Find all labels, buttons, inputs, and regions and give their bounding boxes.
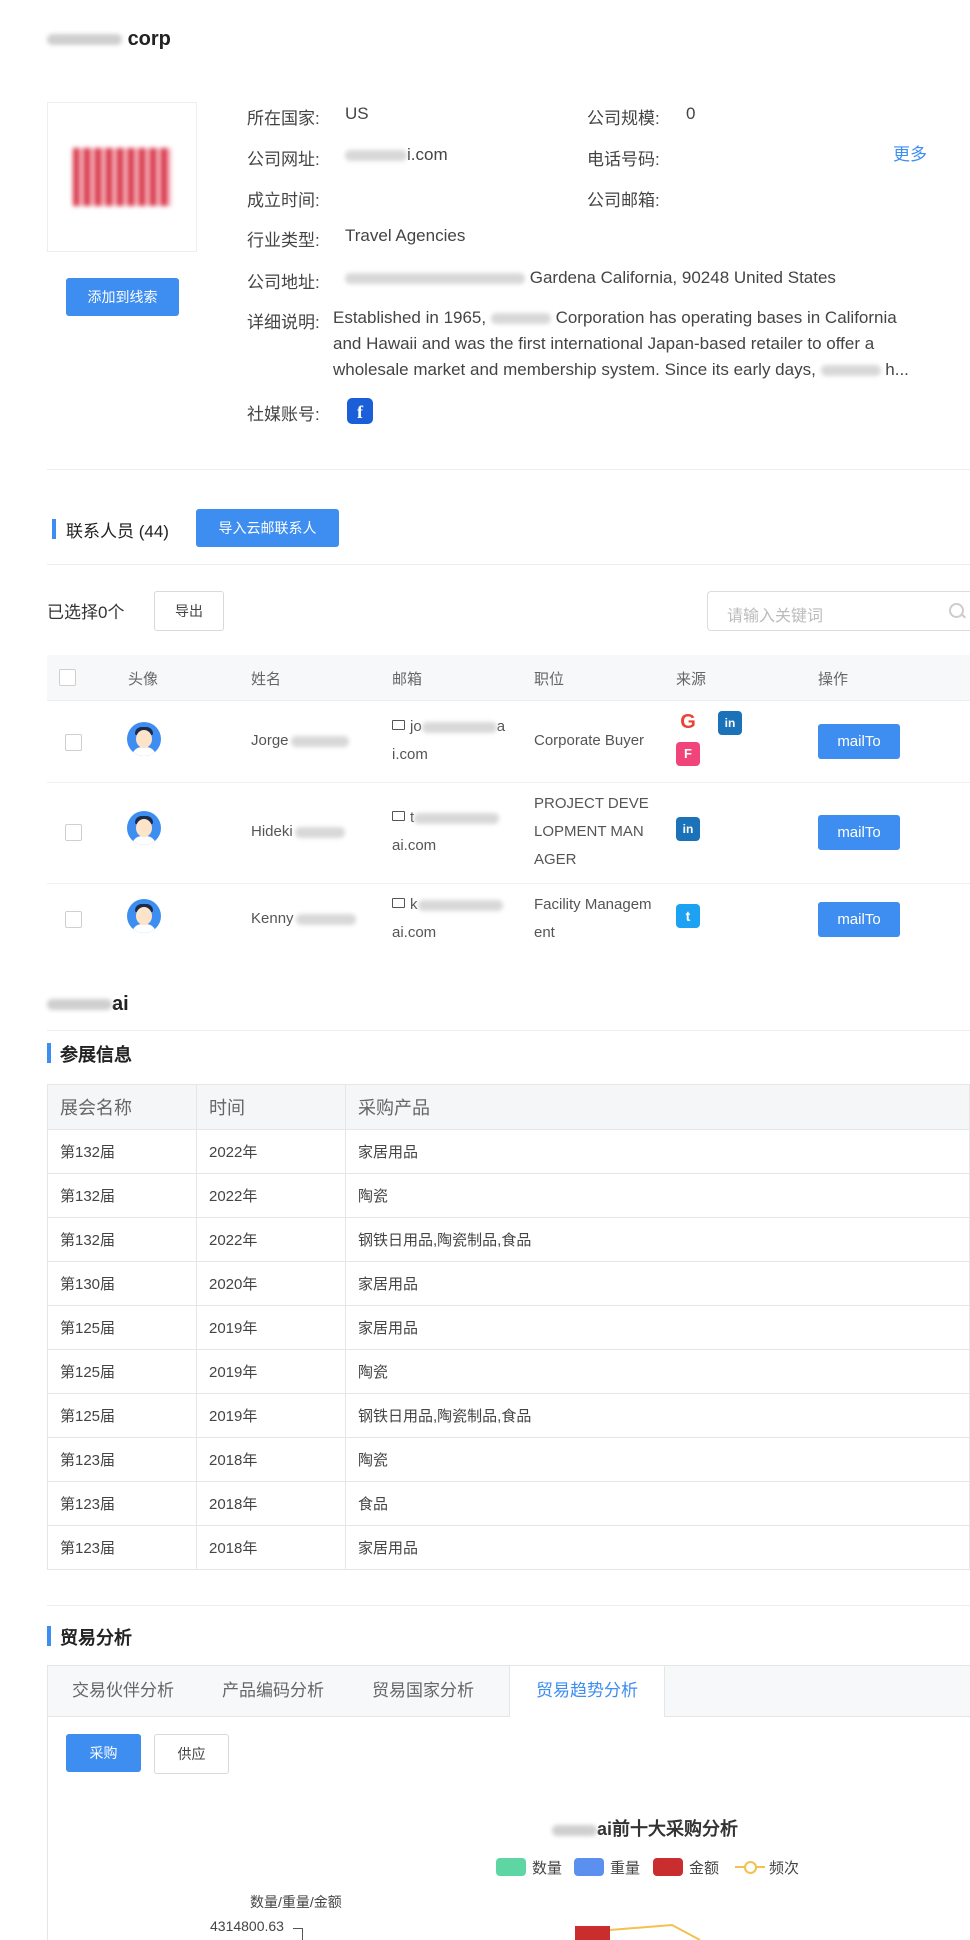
frequency-line <box>609 1923 701 1940</box>
